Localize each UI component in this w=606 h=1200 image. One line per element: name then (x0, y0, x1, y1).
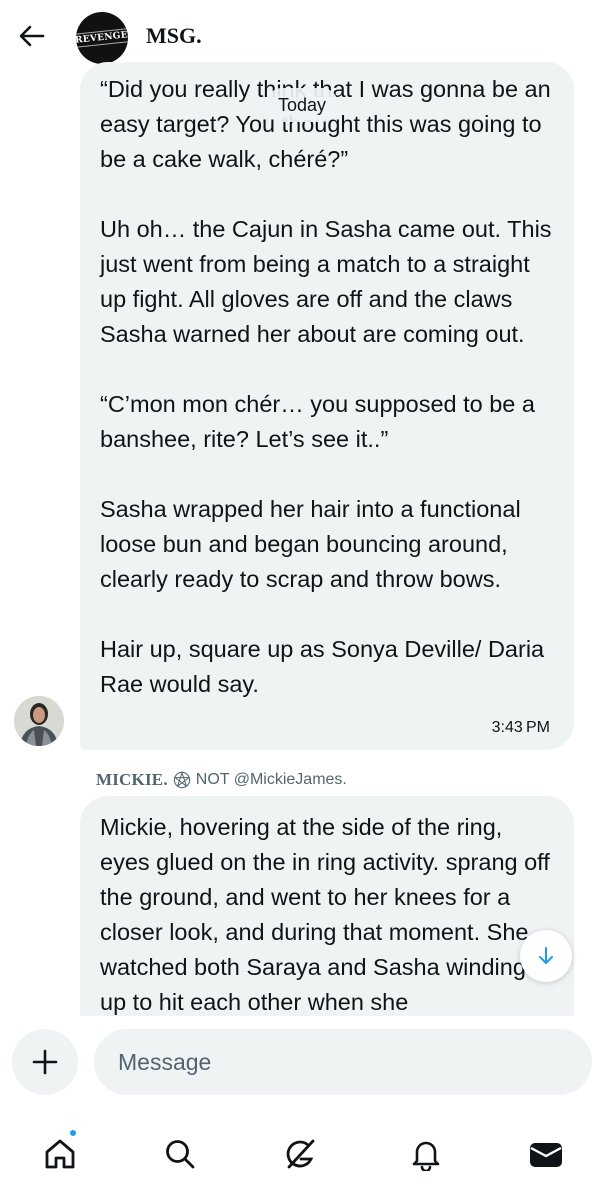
date-separator: Today (266, 88, 339, 122)
bell-icon (412, 1141, 440, 1171)
search-icon (166, 1140, 195, 1169)
scroll-to-bottom-button[interactable] (520, 930, 572, 982)
grok-icon (286, 1139, 315, 1169)
nav-home[interactable] (32, 1126, 88, 1182)
nav-messages[interactable] (518, 1126, 574, 1182)
message-composer (0, 1016, 606, 1106)
message-text: “Did you really think that I was gonna b… (100, 76, 552, 697)
message-timestamp: 3:43 PM (491, 719, 550, 736)
conversation-title[interactable]: MSG. (146, 23, 202, 49)
sender-name: MICKIE. (96, 770, 168, 789)
avatar-logo-text: REVENGE (76, 28, 128, 48)
add-attachment-button[interactable] (12, 1029, 78, 1095)
back-button[interactable] (14, 18, 50, 54)
bottom-navigation (0, 1106, 606, 1200)
nav-notifications[interactable] (398, 1126, 454, 1182)
nav-grok[interactable] (273, 1126, 329, 1182)
conversation-avatar[interactable]: REVENGE (76, 12, 128, 64)
home-icon (45, 1139, 75, 1169)
pentagram-icon (173, 771, 190, 789)
arrow-left-icon (19, 25, 45, 47)
sender-avatar[interactable] (14, 696, 64, 746)
profile-photo-icon (14, 696, 64, 746)
notification-dot (68, 1128, 78, 1138)
arrow-down-icon (539, 947, 553, 964)
message-bubble[interactable]: Mickie, hovering at the side of the ring… (80, 796, 574, 1036)
message-input[interactable] (94, 1029, 592, 1095)
message-bubble[interactable]: “Did you really think that I was gonna b… (80, 62, 574, 750)
envelope-icon (530, 1143, 562, 1167)
nav-search[interactable] (152, 1126, 208, 1182)
plus-icon (32, 1049, 58, 1075)
sender-suffix: NOT @MickieJames. (195, 771, 347, 788)
sender-label: MICKIE. NOT @MickieJames. (96, 770, 347, 790)
message-text: Mickie, hovering at the side of the ring… (100, 814, 550, 1015)
